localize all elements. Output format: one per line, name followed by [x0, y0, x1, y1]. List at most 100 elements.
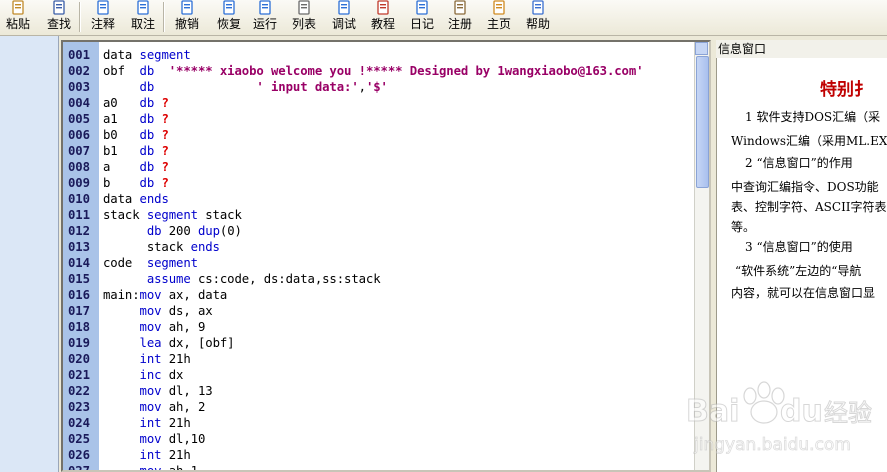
toolbar-button-0[interactable]: 粘贴	[2, 0, 34, 35]
line-number: 012	[68, 224, 90, 238]
toolbar-button-label: 日记	[409, 17, 434, 31]
toolbar-button-13[interactable]: 帮助	[523, 0, 553, 35]
line-number: 019	[68, 336, 90, 350]
toolbar-button-1[interactable]: 查找	[44, 0, 74, 35]
code-line[interactable]: 021 inc dx	[63, 367, 693, 383]
code-line[interactable]: 018 mov ah, 9	[63, 319, 693, 335]
toolbar-button-label: 列表	[291, 17, 316, 31]
toolbar-button-label: 主页	[486, 17, 511, 31]
toolbar-button-7[interactable]: 列表	[289, 0, 319, 35]
code-text: mov ah,1	[139, 464, 199, 472]
code-text: a db ?	[103, 160, 169, 174]
code-line[interactable]: 027 mov ah,1	[63, 463, 693, 472]
code-text: assume cs:code, ds:data,ss:stack	[146, 272, 381, 286]
code-line[interactable]: 022 mov dl, 13	[63, 383, 693, 399]
home-icon	[491, 0, 507, 16]
code-line[interactable]: 009 b db ?	[63, 175, 693, 191]
toolbar-button-label: 粘贴	[5, 17, 30, 31]
code-text: stack segment stack	[103, 208, 242, 222]
toolbar-button-label: 撤销	[174, 17, 199, 31]
code-line[interactable]: 001 data segment	[63, 47, 693, 63]
code-line[interactable]: 005 a1 db ?	[63, 111, 693, 127]
code-line[interactable]: 007 b1 db ?	[63, 143, 693, 159]
code-line[interactable]: 020 int 21h	[63, 351, 693, 367]
info-line: 表、控制字符、ASCII字符表	[731, 200, 887, 214]
svg-text:jingyan.baidu.com: jingyan.baidu.com	[693, 435, 851, 455]
line-number: 027	[68, 464, 90, 472]
info-line: 内容，就可以在信息窗口显	[731, 286, 876, 300]
baidu-watermark: Bai du 经验 jingyan.baidu.com	[684, 378, 884, 468]
line-number: 008	[68, 160, 90, 174]
info-heading: 特别扌	[820, 80, 871, 100]
toolbar-button-label: 教程	[370, 17, 395, 31]
toolbar-button-3[interactable]: 取注	[128, 0, 158, 35]
info-line: 3 “信息窗口”的使用	[745, 240, 853, 254]
toolbar-button-4[interactable]: 撤销	[172, 0, 202, 35]
toolbar-separator	[79, 2, 81, 32]
code-text: db ' input data:','$'	[139, 80, 388, 94]
line-number: 020	[68, 352, 90, 366]
code-editor[interactable]: 001 data segment 002 obf db '***** xiaobo w…	[61, 40, 711, 472]
code-line[interactable]: 017 mov ds, ax	[63, 303, 693, 319]
code-line[interactable]: 012 db 200 dup(0)	[63, 223, 693, 239]
line-number: 009	[68, 176, 90, 190]
code-text: mov ds, ax	[139, 304, 213, 318]
code-line[interactable]: 015 assume cs:code, ds:data,ss:stack	[63, 271, 693, 287]
toolbar-button-label: 查找	[46, 17, 71, 31]
code-line[interactable]: 026 int 21h	[63, 447, 693, 463]
line-number: 002	[68, 64, 90, 78]
code-line[interactable]: 003 db ' input data:','$'	[63, 79, 693, 95]
code-line[interactable]: 013 stack ends	[63, 239, 693, 255]
search-icon	[51, 0, 67, 16]
comment-icon	[95, 0, 111, 16]
code-line[interactable]: 025 mov dl,10	[63, 431, 693, 447]
code-line[interactable]: 024 int 21h	[63, 415, 693, 431]
toolbar-button-5[interactable]: 恢复	[214, 0, 244, 35]
info-line: Windows汇编（采用ML.EX	[731, 134, 887, 148]
code-text: mov ah, 9	[139, 320, 206, 334]
redo-icon	[221, 0, 237, 16]
toolbar-button-11[interactable]: 注册	[445, 0, 475, 35]
code-text: b1 db ?	[103, 144, 169, 158]
code-line[interactable]: 010 data ends	[63, 191, 693, 207]
code-text: data segment	[103, 48, 191, 62]
code-line[interactable]: 004 a0 db ?	[63, 95, 693, 111]
toolbar: 粘贴 查找 注释 取注 撤销 恢复 运行 列表 调试 教程 日记 注册 主页 帮助	[0, 0, 887, 36]
tutorial-icon	[375, 0, 391, 16]
code-line[interactable]: 014 code segment	[63, 255, 693, 271]
toolbar-button-label: 帮助	[525, 17, 550, 31]
code-line[interactable]: 006 b0 db ?	[63, 127, 693, 143]
toolbar-button-12[interactable]: 主页	[484, 0, 514, 35]
toolbar-button-6[interactable]: 运行	[250, 0, 280, 35]
code-line[interactable]: 016 main:mov ax, data	[63, 287, 693, 303]
toolbar-button-9[interactable]: 教程	[368, 0, 398, 35]
line-number: 003	[68, 80, 90, 94]
help-icon	[530, 0, 546, 16]
code-text: int 21h	[139, 352, 191, 366]
code-text: b db ?	[103, 176, 169, 190]
line-number: 018	[68, 320, 90, 334]
code-line[interactable]: 011 stack segment stack	[63, 207, 693, 223]
code-line[interactable]: 023 mov ah, 2	[63, 399, 693, 415]
line-number: 015	[68, 272, 90, 286]
toolbar-button-label: 取注	[130, 17, 155, 31]
code-line[interactable]: 002 obf db '***** xiaobo welcome you !***…	[63, 63, 693, 79]
info-line: 中查询汇编指令、DOS功能	[731, 180, 879, 194]
code-text: inc dx	[139, 368, 184, 382]
line-number: 023	[68, 400, 90, 414]
scroll-up-arrow[interactable]	[695, 42, 708, 55]
toolbar-button-10[interactable]: 日记	[407, 0, 437, 35]
toolbar-button-8[interactable]: 调试	[329, 0, 359, 35]
toolbar-separator	[163, 2, 165, 32]
info-window-title: 信息窗口	[716, 40, 887, 59]
paste-icon	[10, 0, 26, 16]
line-number: 024	[68, 416, 90, 430]
scrollbar-thumb[interactable]	[696, 56, 709, 188]
line-number: 006	[68, 128, 90, 142]
toolbar-button-label: 运行	[252, 17, 277, 31]
navigation-panel[interactable]	[0, 36, 59, 472]
code-line[interactable]: 019 lea dx, [obf]	[63, 335, 693, 351]
toolbar-button-2[interactable]: 注释	[88, 0, 118, 35]
code-line[interactable]: 008 a db ?	[63, 159, 693, 175]
line-number: 013	[68, 240, 90, 254]
